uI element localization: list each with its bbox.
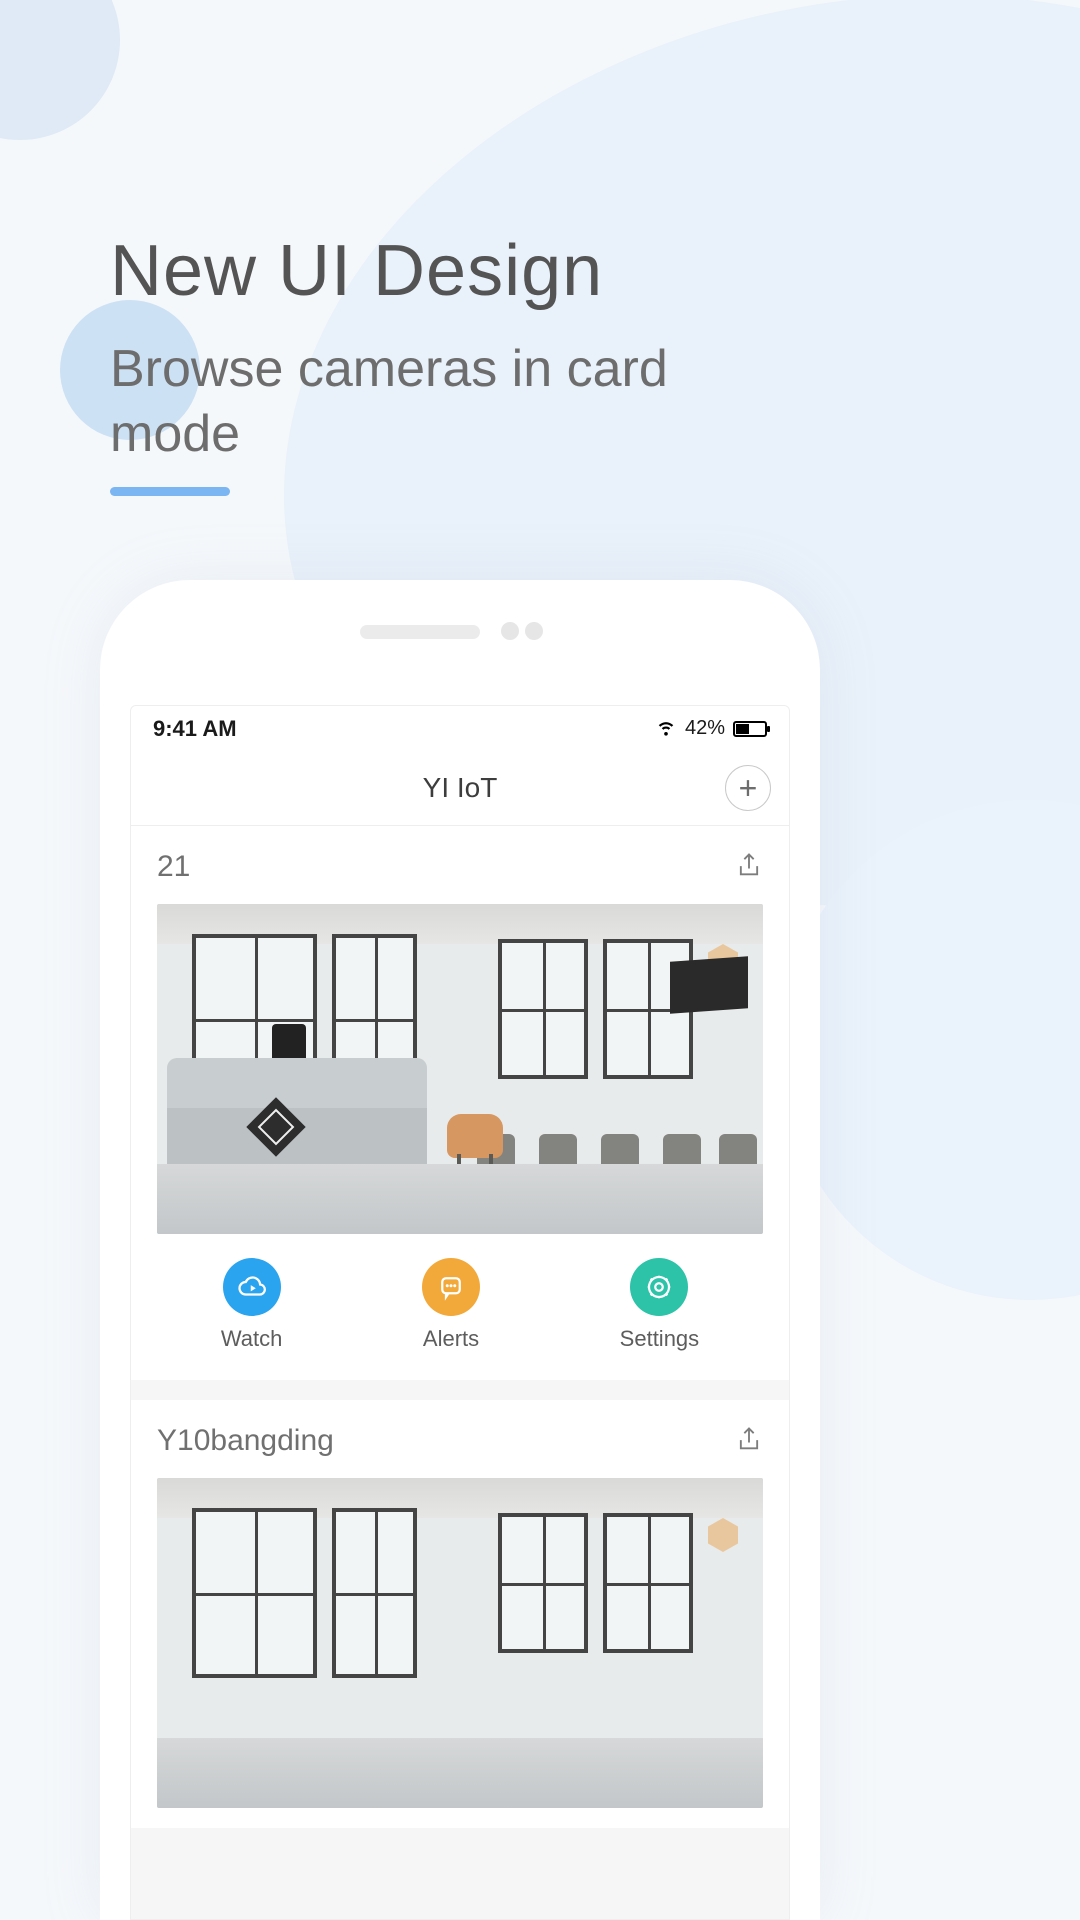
share-icon[interactable] <box>735 1425 763 1458</box>
add-button[interactable]: + <box>725 765 771 811</box>
battery-percent: 42% <box>685 717 725 740</box>
alerts-button[interactable]: Alerts <box>422 1258 480 1352</box>
promo-underline <box>110 487 230 496</box>
share-icon[interactable] <box>735 851 763 884</box>
camera-preview[interactable] <box>157 904 763 1234</box>
phone-frame: 9:41 AM 42% YI IoT + 21 <box>100 580 820 1920</box>
app-title: YI IoT <box>423 772 498 804</box>
battery-icon <box>733 721 767 737</box>
alerts-icon <box>422 1258 480 1316</box>
settings-label: Settings <box>620 1326 700 1352</box>
camera-card[interactable]: Y10bangding <box>131 1400 789 1828</box>
status-time: 9:41 AM <box>153 716 237 742</box>
camera-preview[interactable] <box>157 1478 763 1808</box>
plus-icon: + <box>739 770 758 807</box>
wifi-icon <box>655 715 677 743</box>
camera-card[interactable]: 21 <box>131 826 789 1380</box>
page-dots <box>495 622 543 645</box>
camera-name: 21 <box>157 850 190 884</box>
phone-speaker <box>360 625 480 639</box>
alerts-label: Alerts <box>423 1326 479 1352</box>
camera-name: Y10bangding <box>157 1424 334 1458</box>
watch-button[interactable]: Watch <box>221 1258 283 1352</box>
status-bar: 9:41 AM 42% <box>131 706 789 751</box>
settings-button[interactable]: Settings <box>620 1258 700 1352</box>
promo-block: New UI Design Browse cameras in card mod… <box>110 230 730 496</box>
app-header: YI IoT + <box>131 751 789 826</box>
bg-shape <box>0 0 120 140</box>
promo-title: New UI Design <box>110 230 730 312</box>
cloud-play-icon <box>223 1258 281 1316</box>
promo-subtitle: Browse cameras in card mode <box>110 337 730 467</box>
gear-icon <box>630 1258 688 1316</box>
watch-label: Watch <box>221 1326 283 1352</box>
phone-screen: 9:41 AM 42% YI IoT + 21 <box>130 705 790 1920</box>
